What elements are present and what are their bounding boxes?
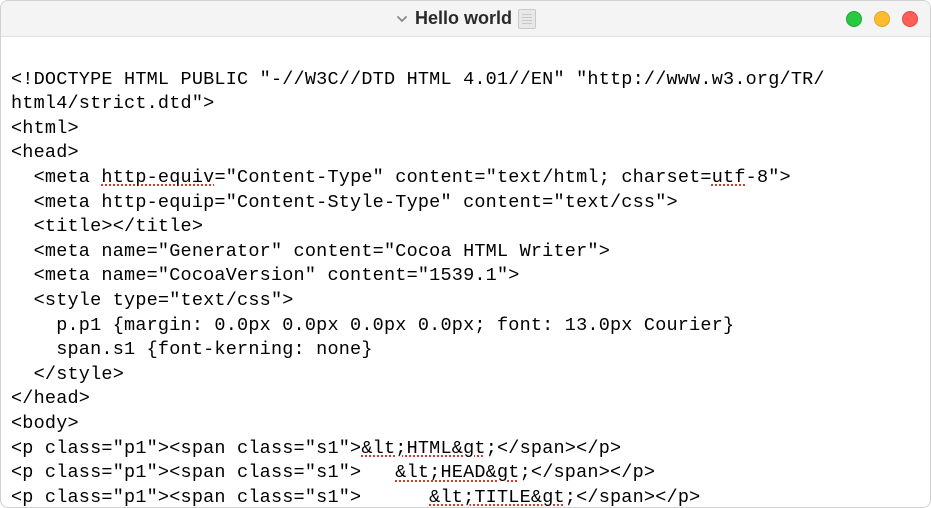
code-line: <meta http-equip="Content-Style-Type" co… [11, 192, 678, 213]
code-line: p.p1 {margin: 0.0px 0.0px 0.0px 0.0px; f… [11, 315, 734, 336]
code-line: <meta http-equiv="Content-Type" content=… [11, 167, 791, 188]
chevron-down-icon[interactable] [395, 12, 409, 26]
code-line: <p class="p1"><span class="s1">&lt;HTML&… [11, 438, 621, 459]
code-line: <meta name="CocoaVersion" content="1539.… [11, 265, 520, 286]
code-editor[interactable]: <!DOCTYPE HTML PUBLIC "-//W3C//DTD HTML … [1, 37, 930, 508]
spell-error: utf [712, 167, 746, 188]
code-line: span.s1 {font-kerning: none} [11, 339, 373, 360]
window-controls [846, 11, 918, 27]
spell-error: http-equiv [101, 167, 214, 188]
spell-error: &lt;TITLE&gt [429, 487, 565, 508]
window-title: Hello world [415, 8, 512, 29]
close-button[interactable] [902, 11, 918, 27]
code-line: </style> [11, 364, 124, 385]
code-line: <!DOCTYPE HTML PUBLIC "-//W3C//DTD HTML … [11, 69, 825, 90]
window: Hello world <!DOCTYPE HTML PUBLIC "-//W3… [0, 0, 931, 508]
code-line: <p class="p1"><span class="s1"> &lt;TITL… [11, 487, 700, 508]
zoom-button[interactable] [874, 11, 890, 27]
code-line: <body> [11, 413, 79, 434]
titlebar[interactable]: Hello world [1, 1, 930, 37]
code-line: <head> [11, 142, 79, 163]
code-line: html4/strict.dtd"> [11, 93, 214, 114]
title-group: Hello world [395, 8, 536, 29]
code-line: <meta name="Generator" content="Cocoa HT… [11, 241, 610, 262]
code-line: <style type="text/css"> [11, 290, 294, 311]
spell-error: &lt;HTML&gt [361, 438, 485, 459]
code-line: <p class="p1"><span class="s1"> &lt;HEAD… [11, 462, 655, 483]
minimize-button[interactable] [846, 11, 862, 27]
code-line: <title></title> [11, 216, 203, 237]
code-line: <html> [11, 118, 79, 139]
spell-error: &lt;HEAD&gt [395, 462, 519, 483]
code-line: </head> [11, 388, 90, 409]
document-icon [518, 9, 536, 29]
